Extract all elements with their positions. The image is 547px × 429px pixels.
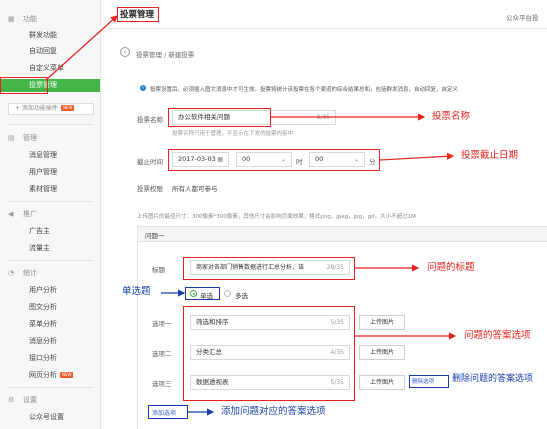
annotation-vote-name: 投票名称 [432,111,471,122]
annotation-single-choice: 单选题 [122,286,151,297]
annotation-answer-options: 问题的答案选项 [464,330,531,341]
annotation-arrows [45,15,457,416]
annotation-delete-option: 删除问题的答案选项 [452,374,534,384]
annotation-deadline: 投票截止日期 [461,150,519,161]
annotation-question-title: 问题的标题 [427,262,475,273]
annotation-add-option: 添加问题对应的答案选项 [221,406,326,417]
